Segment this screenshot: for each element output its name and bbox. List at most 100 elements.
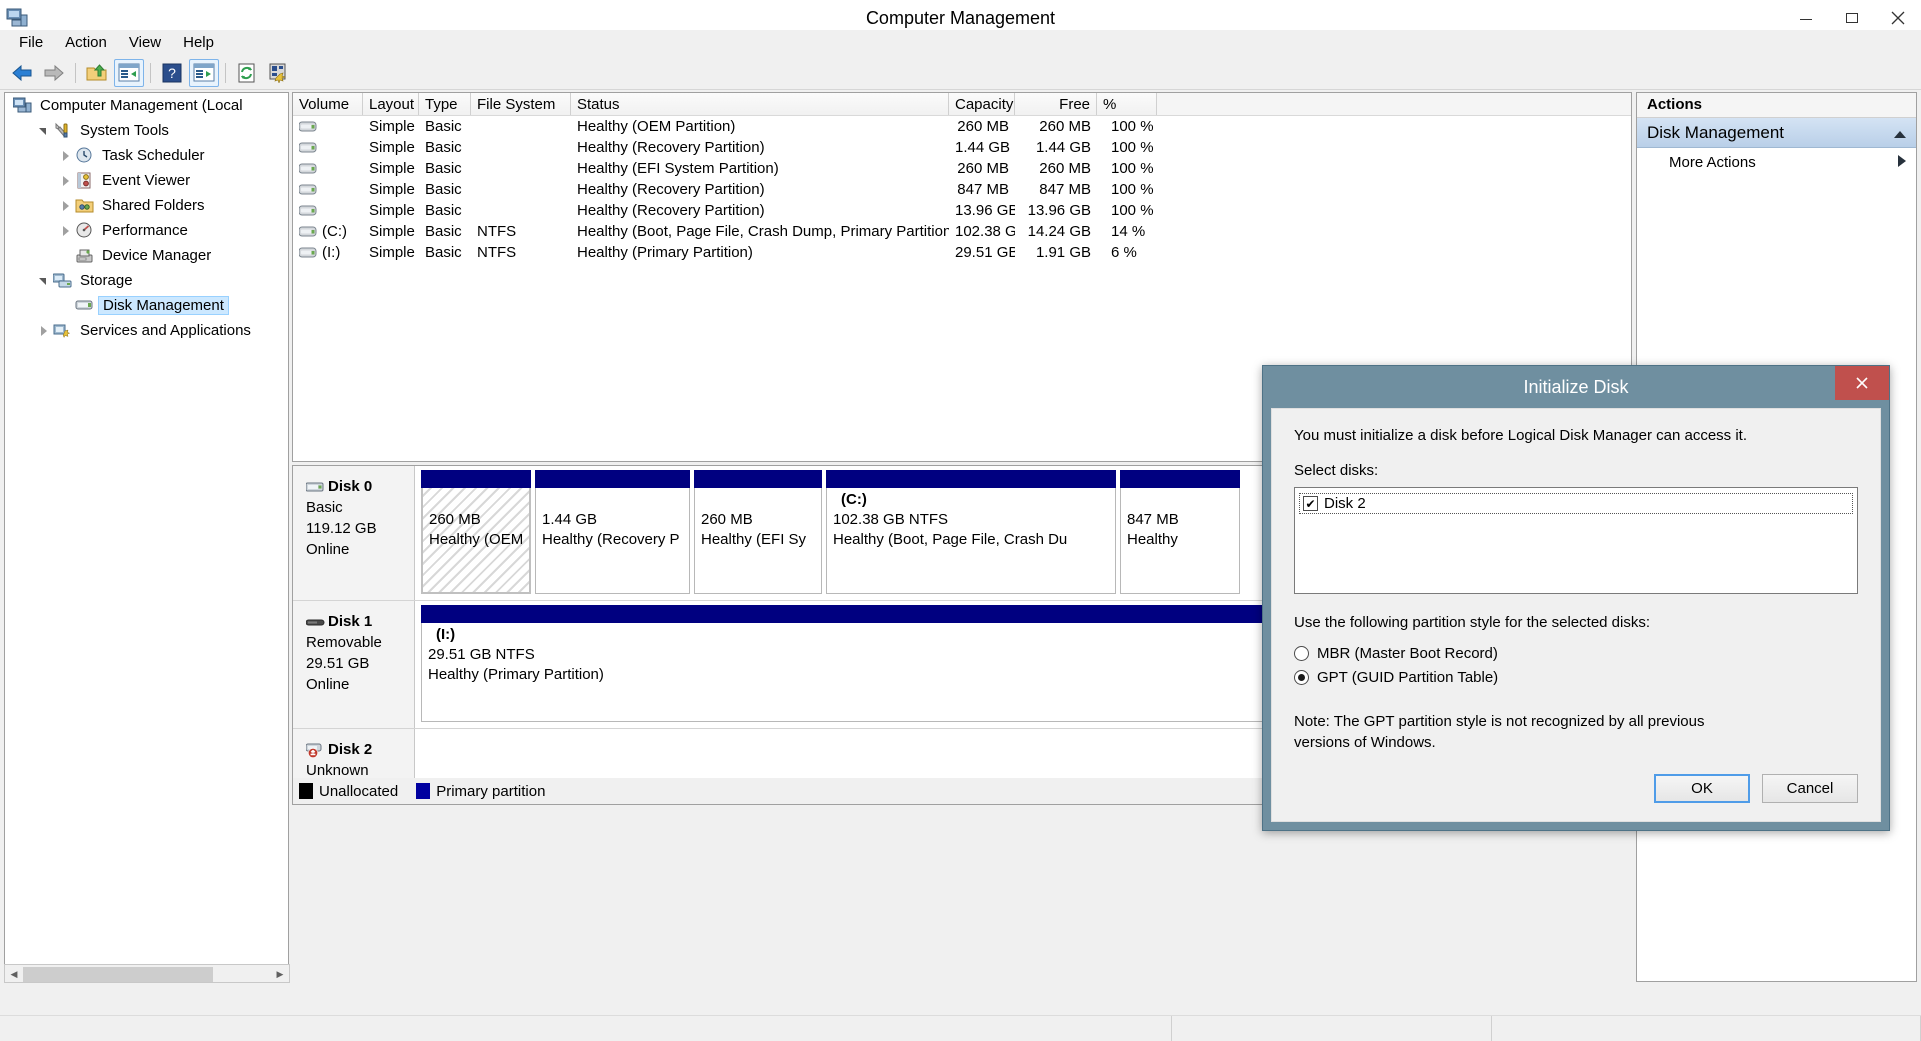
device-manager-icon bbox=[75, 247, 95, 265]
cell-volume bbox=[293, 141, 363, 154]
actions-group-label: Disk Management bbox=[1647, 122, 1785, 142]
legend-swatch bbox=[299, 783, 313, 799]
sidebar-item-performance[interactable]: Performance bbox=[5, 218, 288, 243]
cell-capacity: 102.38 GB bbox=[955, 223, 1015, 240]
column-header-percent-free[interactable]: % Free bbox=[1097, 93, 1157, 115]
rescan-disks-icon[interactable] bbox=[264, 59, 294, 87]
scroll-thumb[interactable] bbox=[23, 967, 213, 982]
sidebar-item-task-scheduler[interactable]: Task Scheduler bbox=[5, 143, 288, 168]
disk-info-panel[interactable]: Disk 1 Removable 29.51 GB Online bbox=[293, 601, 415, 728]
mbr-radio-button[interactable] bbox=[1294, 645, 1309, 661]
actions-group-disk-management[interactable]: Disk Management bbox=[1637, 118, 1916, 148]
table-row[interactable]: Simple Basic Healthy (Recovery Partition) 1… bbox=[293, 200, 1631, 221]
action-more-actions[interactable]: More Actions bbox=[1637, 148, 1916, 176]
partition-block[interactable]: 260 MB Healthy (EFI Sy bbox=[694, 470, 822, 594]
table-row[interactable]: Simple Basic Healthy (Recovery Partition) 1… bbox=[293, 137, 1631, 158]
dialog-close-button[interactable] bbox=[1835, 366, 1889, 400]
partition-status: Healthy (EFI Sy bbox=[701, 531, 807, 548]
table-row[interactable]: (C:) Simple Basic NTFS Healthy (Boot, Page F… bbox=[293, 221, 1631, 242]
forward-icon[interactable] bbox=[39, 59, 69, 87]
initialize-disk-dialog[interactable]: Initialize Disk You must initialize a di… bbox=[1262, 365, 1890, 831]
partition-block[interactable]: (C:) 102.38 GB NTFS Healthy (Boot, Page Fi… bbox=[826, 470, 1116, 594]
legend-label: Primary partition bbox=[436, 782, 546, 800]
expander-collapsed-icon[interactable] bbox=[37, 323, 53, 339]
tree-root[interactable]: Computer Management (Local bbox=[5, 93, 288, 118]
sidebar-item-event-viewer[interactable]: Event Viewer bbox=[5, 168, 288, 193]
tree-horizontal-scrollbar[interactable]: ◀ ▶ bbox=[4, 964, 290, 983]
sidebar-item-storage[interactable]: Storage bbox=[5, 268, 288, 293]
partition-size: 260 MB bbox=[701, 511, 753, 528]
radio-option-mbr[interactable]: MBR (Master Boot Record) bbox=[1294, 641, 1858, 665]
scroll-left-icon[interactable]: ◀ bbox=[5, 965, 23, 983]
back-icon[interactable] bbox=[7, 59, 37, 87]
column-header-status[interactable]: Status bbox=[571, 93, 949, 115]
chevron-up-icon[interactable] bbox=[1894, 123, 1906, 143]
partition-label bbox=[701, 490, 815, 510]
expander-collapsed-icon[interactable] bbox=[59, 198, 75, 214]
column-header-file-system[interactable]: File System bbox=[471, 93, 571, 115]
chevron-right-icon[interactable] bbox=[1898, 154, 1906, 171]
console-tree-pane[interactable]: Computer Management (Local System Tools T… bbox=[4, 92, 289, 982]
tree-root-label: Computer Management (Local bbox=[40, 97, 243, 114]
scroll-right-icon[interactable]: ▶ bbox=[271, 965, 289, 983]
partition-block[interactable]: 260 MB Healthy (OEM bbox=[421, 470, 531, 594]
partition-block[interactable]: 1.44 GB Healthy (Recovery P bbox=[535, 470, 690, 594]
cell-layout: Simple bbox=[369, 139, 415, 156]
column-header-capacity[interactable]: Capacity bbox=[949, 93, 1015, 115]
radio-option-gpt[interactable]: GPT (GUID Partition Table) bbox=[1294, 665, 1858, 689]
menu-file[interactable]: File bbox=[8, 31, 54, 54]
menu-action[interactable]: Action bbox=[54, 31, 118, 54]
column-header-volume[interactable]: Volume bbox=[293, 93, 363, 115]
cell-percent-free: 100 % bbox=[1111, 118, 1154, 135]
disk-info-panel[interactable]: Disk 0 Basic 119.12 GB Online bbox=[293, 466, 415, 600]
table-row[interactable]: Simple Basic Healthy (Recovery Partition) 8… bbox=[293, 179, 1631, 200]
sidebar-item-label: Device Manager bbox=[102, 247, 212, 264]
column-header-free-space[interactable]: Free Space bbox=[1015, 93, 1097, 115]
disk-selection-listbox[interactable]: ✔ Disk 2 bbox=[1294, 487, 1858, 594]
expander-expanded-icon[interactable] bbox=[37, 273, 53, 289]
sidebar-item-label: Storage bbox=[80, 272, 133, 289]
expander-collapsed-icon[interactable] bbox=[59, 148, 75, 164]
refresh-icon[interactable] bbox=[232, 59, 262, 87]
sidebar-item-services-and-applications[interactable]: Services and Applications bbox=[5, 318, 288, 343]
legend-item: Unallocated bbox=[299, 783, 398, 800]
sidebar-item-label: Services and Applications bbox=[80, 322, 251, 339]
volume-disk-icon bbox=[298, 225, 317, 238]
show-hide-action-pane-icon[interactable] bbox=[189, 58, 219, 87]
partition-color-bar bbox=[421, 470, 531, 488]
table-row[interactable]: (I:) Simple Basic NTFS Healthy (Primary Part… bbox=[293, 242, 1631, 263]
help-icon[interactable]: ? bbox=[157, 59, 187, 87]
cancel-button[interactable]: Cancel bbox=[1762, 774, 1858, 803]
partition-size: 847 MB bbox=[1127, 511, 1179, 528]
partition-block[interactable]: 847 MB Healthy bbox=[1120, 470, 1240, 594]
cell-layout: Simple bbox=[369, 181, 415, 198]
computer-management-icon bbox=[12, 97, 33, 115]
sidebar-item-shared-folders[interactable]: Shared Folders bbox=[5, 193, 288, 218]
up-one-level-icon[interactable] bbox=[82, 59, 112, 87]
expander-collapsed-icon[interactable] bbox=[59, 173, 75, 189]
cell-percent-free: 14 % bbox=[1111, 223, 1146, 240]
sidebar-item-system-tools[interactable]: System Tools bbox=[5, 118, 288, 143]
expander-collapsed-icon[interactable] bbox=[59, 223, 75, 239]
menu-help[interactable]: Help bbox=[172, 31, 225, 54]
volume-disk-icon bbox=[298, 183, 317, 196]
ok-button[interactable]: OK bbox=[1654, 774, 1750, 803]
menu-view[interactable]: View bbox=[118, 31, 172, 54]
show-hide-console-tree-icon[interactable] bbox=[114, 58, 144, 87]
sidebar-item-disk-management[interactable]: Disk Management bbox=[5, 293, 288, 318]
cell-capacity: 13.96 GB bbox=[955, 202, 1015, 219]
gpt-radio-button[interactable] bbox=[1294, 669, 1309, 685]
status-bar bbox=[0, 1015, 1921, 1041]
sidebar-item-device-manager[interactable]: Device Manager bbox=[5, 243, 288, 268]
expander-expanded-icon[interactable] bbox=[37, 123, 53, 139]
dialog-body: You must initialize a disk before Logica… bbox=[1271, 408, 1881, 822]
disk-list-item[interactable]: ✔ Disk 2 bbox=[1299, 493, 1853, 514]
column-header-type[interactable]: Type bbox=[419, 93, 471, 115]
dialog-note-text: Note: The GPT partition style is not rec… bbox=[1294, 713, 1705, 751]
disk-2-checkbox[interactable]: ✔ bbox=[1303, 496, 1318, 511]
column-header-layout[interactable]: Layout bbox=[363, 93, 419, 115]
table-row[interactable]: Simple Basic Healthy (EFI System Partition… bbox=[293, 158, 1631, 179]
sidebar-item-label: Disk Management bbox=[98, 296, 229, 315]
table-row[interactable]: Simple Basic Healthy (OEM Partition) 260 MB… bbox=[293, 116, 1631, 137]
